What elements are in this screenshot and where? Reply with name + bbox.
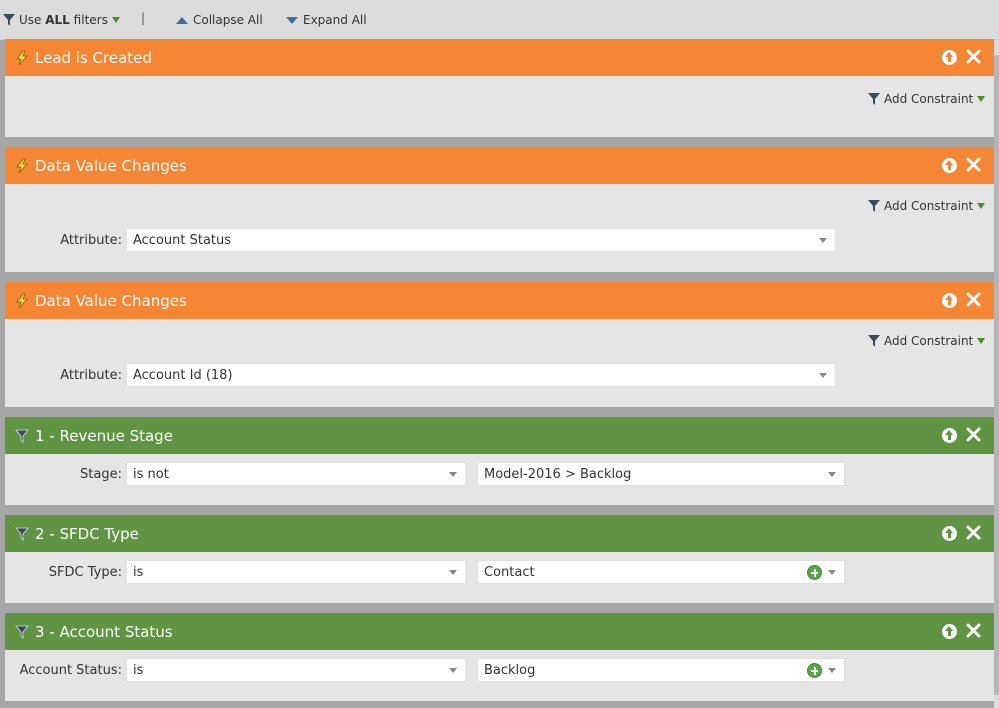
- funnel-icon: [868, 93, 880, 105]
- attribute-value: Account Id (18): [133, 367, 233, 383]
- use-all-filters-dropdown[interactable]: Use ALL filters: [2, 11, 120, 29]
- close-icon[interactable]: [965, 524, 982, 541]
- filter-value: Backlog: [484, 662, 536, 678]
- attribute-value: Account Status: [133, 232, 232, 248]
- chevron-down-icon: [977, 96, 986, 102]
- add-constraint-button[interactable]: Add Constraint: [867, 197, 986, 215]
- card-title: Lead is Created: [35, 48, 152, 67]
- card-title: 1 - Revenue Stage: [35, 426, 173, 445]
- attribute-label: Attribute:: [60, 233, 122, 248]
- arrow-up-icon[interactable]: [942, 428, 957, 443]
- operator-select[interactable]: is: [126, 560, 466, 584]
- arrow-up-icon[interactable]: [942, 158, 957, 173]
- filter-card: 1 - Revenue Stage Stage: is not Model-20…: [5, 417, 994, 505]
- chevron-down-icon: [111, 17, 120, 23]
- card-title: Data Value Changes: [35, 156, 187, 175]
- card-header[interactable]: 3 - Account Status: [5, 613, 994, 650]
- lightning-icon: [16, 158, 28, 173]
- card-title: Data Value Changes: [35, 291, 187, 310]
- scrollbar-thumb[interactable]: [994, 55, 999, 695]
- dropdown-caret-icon: [828, 668, 836, 673]
- operator-value: is: [133, 564, 144, 580]
- arrow-up-icon[interactable]: [942, 293, 957, 308]
- dropdown-caret-icon: [449, 668, 457, 673]
- funnel-icon: [15, 625, 29, 639]
- trigger-card: Data Value Changes Add Constraint Attrib…: [5, 282, 994, 407]
- account-status-label: Account Status:: [19, 663, 122, 678]
- use-all-suffix: filters: [73, 13, 108, 27]
- chevron-down-icon: [977, 203, 986, 209]
- filter-value: Model-2016 > Backlog: [484, 466, 632, 482]
- card-header[interactable]: 1 - Revenue Stage: [5, 417, 994, 454]
- use-all-prefix: Use: [19, 13, 42, 27]
- add-constraint-label: Add Constraint: [884, 334, 974, 348]
- close-icon[interactable]: [965, 48, 982, 65]
- funnel-icon: [868, 335, 880, 347]
- card-title: 2 - SFDC Type: [35, 524, 139, 543]
- toolbar-separator: |: [141, 11, 146, 25]
- dropdown-caret-icon: [449, 570, 457, 575]
- value-select[interactable]: Model-2016 > Backlog: [477, 462, 845, 486]
- filter-card: 3 - Account Status Account Status: is Ba…: [5, 613, 994, 701]
- expand-all-label: Expand All: [303, 13, 367, 27]
- dropdown-caret-icon: [828, 472, 836, 477]
- trigger-card: Lead is Created Add Constraint: [5, 39, 994, 137]
- close-icon[interactable]: [965, 426, 982, 443]
- operator-select[interactable]: is: [126, 658, 466, 682]
- toolbar: Use ALL filters | Collapse All Expand Al…: [0, 0, 999, 40]
- chevron-down-icon: [977, 338, 986, 344]
- lightning-icon: [16, 50, 28, 65]
- dropdown-caret-icon: [449, 472, 457, 477]
- attribute-label: Attribute:: [60, 368, 122, 383]
- arrow-up-icon[interactable]: [942, 624, 957, 639]
- plus-icon[interactable]: [807, 565, 822, 580]
- value-select[interactable]: Backlog: [477, 658, 845, 682]
- dropdown-caret-icon: [819, 238, 827, 243]
- value-select[interactable]: Contact: [477, 560, 845, 584]
- operator-select[interactable]: is not: [126, 462, 466, 486]
- collapse-all-label: Collapse All: [193, 13, 263, 27]
- filter-value: Contact: [484, 564, 535, 580]
- collapse-icon: [176, 16, 188, 24]
- collapse-all-button[interactable]: Collapse All: [176, 11, 263, 29]
- card-header[interactable]: Data Value Changes: [5, 147, 994, 184]
- add-constraint-label: Add Constraint: [884, 92, 974, 106]
- stage-label: Stage:: [80, 467, 122, 482]
- filter-card: 2 - SFDC Type SFDC Type: is Contact: [5, 515, 994, 603]
- arrow-up-icon[interactable]: [942, 526, 957, 541]
- funnel-icon: [15, 429, 29, 443]
- sfdc-type-label: SFDC Type:: [48, 565, 122, 580]
- expand-icon: [286, 16, 298, 24]
- dropdown-caret-icon: [819, 373, 827, 378]
- plus-icon[interactable]: [807, 663, 822, 678]
- add-constraint-button[interactable]: Add Constraint: [867, 332, 986, 350]
- attribute-select[interactable]: Account Id (18): [126, 363, 836, 387]
- close-icon[interactable]: [965, 291, 982, 308]
- funnel-icon: [3, 14, 15, 26]
- close-icon[interactable]: [965, 622, 982, 639]
- arrow-up-icon[interactable]: [942, 50, 957, 65]
- dropdown-caret-icon: [828, 570, 836, 575]
- funnel-icon: [868, 200, 880, 212]
- card-title: 3 - Account Status: [35, 622, 173, 641]
- operator-value: is not: [133, 466, 169, 482]
- card-header[interactable]: 2 - SFDC Type: [5, 515, 994, 552]
- card-header[interactable]: Data Value Changes: [5, 282, 994, 319]
- use-all-bold: ALL: [45, 13, 70, 27]
- trigger-card: Data Value Changes Add Constraint Attrib…: [5, 147, 994, 272]
- add-constraint-button[interactable]: Add Constraint: [867, 90, 986, 108]
- close-icon[interactable]: [965, 156, 982, 173]
- card-header[interactable]: Lead is Created: [5, 39, 994, 76]
- scrollbar[interactable]: [994, 40, 999, 708]
- add-constraint-label: Add Constraint: [884, 199, 974, 213]
- operator-value: is: [133, 662, 144, 678]
- funnel-icon: [15, 527, 29, 541]
- lightning-icon: [16, 293, 28, 308]
- attribute-select[interactable]: Account Status: [126, 228, 836, 252]
- expand-all-button[interactable]: Expand All: [286, 11, 367, 29]
